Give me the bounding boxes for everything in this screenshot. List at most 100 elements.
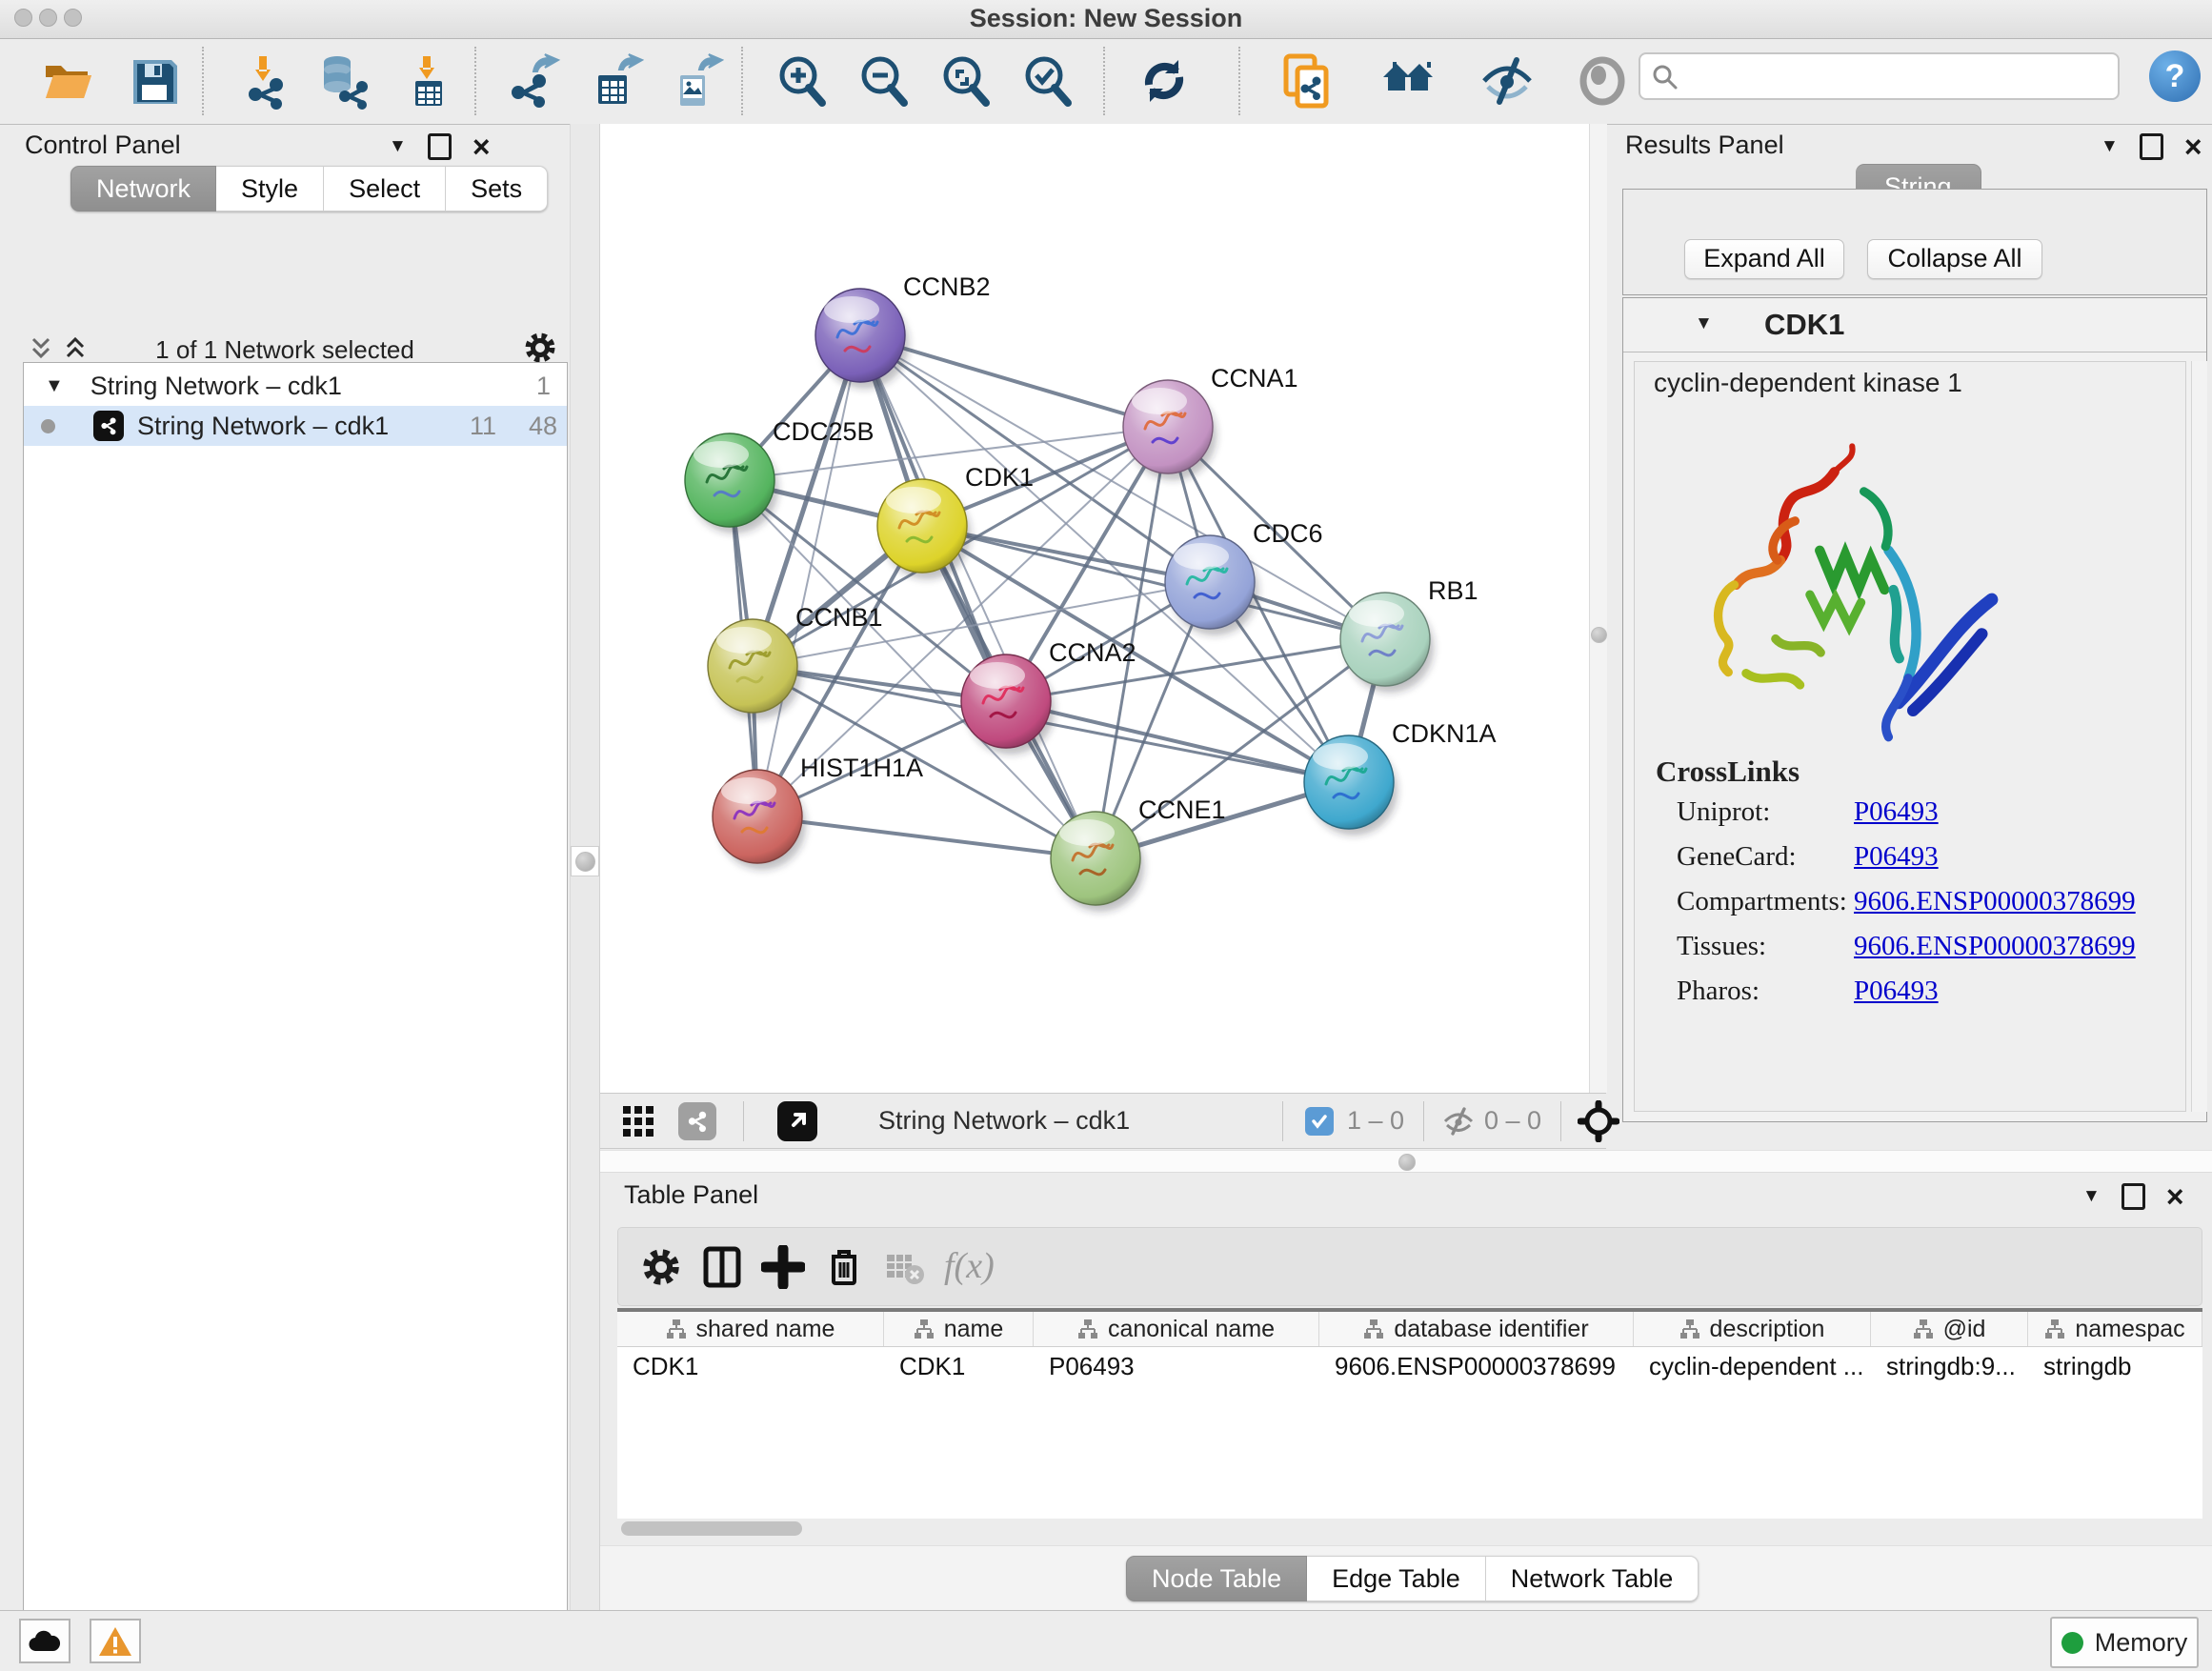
tab-node-table[interactable]: Node Table [1126, 1556, 1307, 1601]
crosslink-value-link[interactable]: P06493 [1854, 796, 1939, 828]
warning-icon[interactable] [90, 1619, 141, 1663]
function-builder-icon[interactable]: f(x) [944, 1245, 1030, 1291]
left-splitter[interactable] [570, 124, 600, 1610]
network-node-CCNB1[interactable]: CCNB1 [708, 603, 883, 719]
cloud-icon[interactable] [19, 1619, 70, 1663]
crosslink-value-link[interactable]: P06493 [1854, 976, 1939, 1007]
delete-column-trash-icon[interactable] [822, 1245, 868, 1291]
collapse-all-button[interactable]: Collapse All [1867, 239, 2042, 279]
share-network-icon[interactable] [678, 1102, 716, 1140]
network-options-gear-icon[interactable] [522, 330, 558, 366]
hidden-eye-icon[interactable] [1442, 1106, 1475, 1137]
table-horizontal-scrollbar[interactable] [621, 1521, 802, 1536]
home-icon[interactable] [1379, 52, 1437, 111]
network-row[interactable]: String Network – cdk1 11 48 [24, 406, 567, 446]
crosslink-row: Compartments:9606.ENSP00000378699 [1635, 886, 2168, 931]
network-vertical-scrollbar[interactable] [1589, 124, 1607, 1093]
selected-checkbox[interactable] [1305, 1107, 1334, 1136]
network-canvas[interactable]: CCNB2 CCNA1 CDC25B CDK1 [600, 124, 1589, 1093]
collection-caret-icon[interactable]: ▼ [45, 375, 64, 397]
left-splitter-handle[interactable] [571, 846, 599, 876]
export-network-icon[interactable] [505, 52, 562, 111]
results-panel-collapse-icon[interactable]: ▼ [2101, 136, 2119, 157]
tab-network-table[interactable]: Network Table [1486, 1556, 1699, 1601]
zoom-in-icon[interactable] [774, 52, 831, 111]
table-panel-close-icon[interactable]: × [2166, 1186, 2184, 1207]
memory-button[interactable]: Memory [2050, 1617, 2199, 1668]
columns-icon[interactable] [700, 1245, 746, 1291]
crosshair-icon[interactable] [1578, 1100, 1619, 1142]
network-node-CDC25B[interactable]: CDC25B [685, 417, 875, 534]
control-panel-collapse-icon[interactable]: ▼ [389, 136, 407, 157]
tab-style[interactable]: Style [216, 166, 324, 211]
import-network-icon[interactable] [234, 52, 292, 111]
toolbar-separator [1423, 1101, 1424, 1141]
control-panel-close-icon[interactable]: × [473, 136, 491, 157]
network-node-CCNA1[interactable]: CCNA1 [1123, 364, 1298, 480]
crosslink-value-link[interactable]: 9606.ENSP00000378699 [1854, 886, 2136, 917]
hide-panel-eye-icon[interactable] [1478, 52, 1536, 111]
tab-select[interactable]: Select [324, 166, 446, 211]
results-panel-title: Results Panel [1625, 131, 1784, 160]
column-header-name[interactable]: name [884, 1312, 1034, 1346]
show-panel-eye-icon[interactable] [1574, 52, 1631, 111]
results-panel-close-icon[interactable]: × [2184, 136, 2202, 157]
export-table-icon[interactable] [587, 52, 644, 111]
tab-sets[interactable]: Sets [446, 166, 548, 211]
network-edge[interactable] [757, 335, 860, 816]
network-node-CDK1[interactable]: CDK1 [877, 463, 1034, 579]
table-panel-collapse-icon[interactable]: ▼ [2082, 1186, 2101, 1207]
protein-caret-icon[interactable]: ▼ [1695, 313, 1713, 334]
column-header-namespac[interactable]: namespac [2028, 1312, 2202, 1346]
tab-network[interactable]: Network [70, 166, 216, 211]
column-header-canonical-name[interactable]: canonical name [1034, 1312, 1319, 1346]
refresh-icon[interactable] [1136, 52, 1193, 111]
export-image-icon[interactable] [667, 52, 724, 111]
crosslink-value-link[interactable]: 9606.ENSP00000378699 [1854, 931, 2136, 962]
import-network-from-database-icon[interactable] [314, 52, 372, 111]
crosslink-row: GeneCard:P06493 [1635, 841, 2168, 886]
add-column-icon[interactable] [761, 1245, 807, 1291]
network-scrollbar-handle[interactable] [1591, 627, 1607, 643]
column-header-description[interactable]: description [1634, 1312, 1871, 1346]
help-icon[interactable]: ? [2149, 50, 2201, 102]
table-splitter-handle[interactable] [1398, 1154, 1416, 1171]
node-label: RB1 [1428, 576, 1478, 605]
gear-icon[interactable] [639, 1245, 685, 1291]
open-in-new-window-icon[interactable] [777, 1101, 817, 1141]
import-table-icon[interactable] [398, 52, 455, 111]
delete-table-icon[interactable] [883, 1245, 929, 1291]
table-panel-float-icon[interactable] [2122, 1183, 2145, 1210]
network-node-HIST1H1A[interactable]: HIST1H1A [713, 754, 923, 870]
column-header--id[interactable]: @id [1871, 1312, 2028, 1346]
protein-header[interactable]: ▼ CDK1 [1623, 298, 2206, 352]
network-edge[interactable] [757, 816, 1096, 858]
network-collection-row[interactable]: ▼ String Network – cdk1 1 [24, 366, 567, 406]
node-label: CDK1 [965, 463, 1034, 492]
control-panel-float-icon[interactable] [428, 133, 452, 160]
network-node-CCNB2[interactable]: CCNB2 [815, 272, 991, 389]
table-splitter[interactable] [600, 1150, 2212, 1173]
column-header-database-identifier[interactable]: database identifier [1319, 1312, 1634, 1346]
string-app-icon[interactable] [1278, 52, 1336, 111]
grid-icon[interactable] [621, 1104, 655, 1138]
network-edge[interactable] [1006, 701, 1349, 782]
network-view-title: String Network – cdk1 [878, 1106, 1130, 1136]
search-input[interactable] [1639, 52, 2120, 100]
network-node-CCNE1[interactable]: CCNE1 [1051, 795, 1226, 912]
results-panel-float-icon[interactable] [2140, 133, 2163, 160]
open-session-icon[interactable] [40, 52, 97, 111]
tab-edge-table[interactable]: Edge Table [1307, 1556, 1486, 1601]
table-row[interactable]: CDK1CDK1P064939606.ENSP00000378699cyclin… [617, 1347, 2202, 1385]
toolbar-separator [1282, 1101, 1283, 1141]
network-node-RB1[interactable]: RB1 [1340, 576, 1478, 693]
results-scrollbar[interactable] [2191, 361, 2207, 1112]
zoom-selected-icon[interactable] [1019, 52, 1076, 111]
network-node-CDKN1A[interactable]: CDKN1A [1304, 719, 1497, 836]
zoom-fit-icon[interactable] [937, 52, 995, 111]
zoom-out-icon[interactable] [855, 52, 913, 111]
crosslink-value-link[interactable]: P06493 [1854, 841, 1939, 873]
column-header-shared-name[interactable]: shared name [617, 1312, 884, 1346]
save-session-icon[interactable] [126, 52, 183, 111]
expand-all-button[interactable]: Expand All [1684, 239, 1844, 279]
